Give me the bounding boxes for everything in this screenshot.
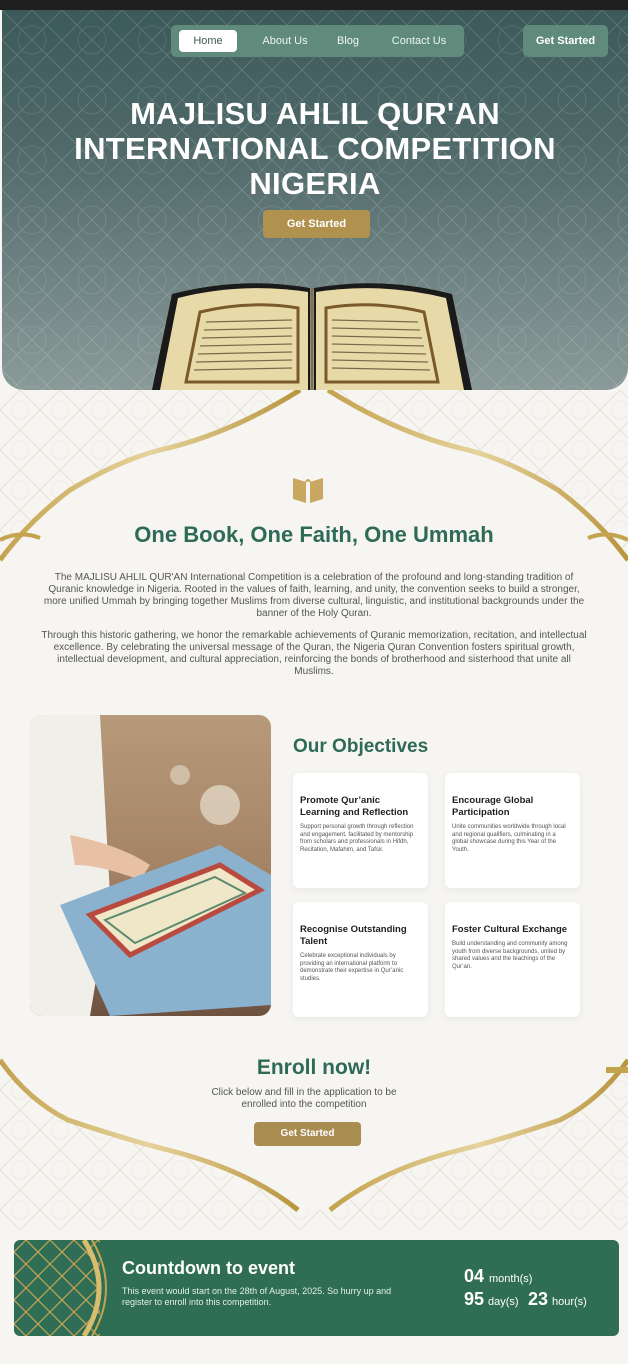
about-paragraph-2: Through this historic gathering, we hono… (41, 630, 587, 677)
hero-title-line3: NIGERIA (249, 166, 381, 201)
objective-card-text: Unite communities worldwide through loca… (452, 824, 566, 853)
about-title: One Book, One Faith, One Ummah (134, 522, 494, 547)
objective-card: Promote Qur’anic Learning and Reflection… (293, 773, 428, 888)
countdown-days-unit: day(s) (488, 1296, 519, 1308)
countdown-pattern (14, 1240, 107, 1336)
open-quran-image (152, 283, 472, 390)
hero-get-started-button[interactable]: Get Started (263, 210, 370, 238)
main-nav: Home About Us Blog Contact Us (171, 25, 464, 57)
hero-title-line1: MAJLISU AHLIL QUR'AN (130, 96, 500, 131)
nav-blog[interactable]: Blog (328, 30, 368, 52)
countdown-title: Countdown to event (122, 1258, 295, 1278)
countdown-hours-value: 23 (528, 1289, 549, 1309)
countdown-hours-unit: hour(s) (552, 1296, 587, 1308)
objective-card-title: Foster Cultural Exchange (452, 924, 568, 935)
objective-card-text: Celebrate exceptional individuals by pro… (300, 953, 404, 982)
quran-reading-photo (30, 715, 271, 1016)
enroll-text: Click below and fill in the application … (211, 1087, 397, 1110)
enroll-get-started-button[interactable]: Get Started (254, 1122, 361, 1146)
enroll-title: Enroll now! (256, 1056, 372, 1079)
objectives-title: Our Objectives (293, 736, 429, 757)
book-icon (293, 478, 323, 503)
nav-about-us[interactable]: About Us (255, 30, 315, 52)
objective-card: Recognise Outstanding Talent Celebrate e… (293, 902, 428, 1017)
objective-card-title: Encourage Global Participation (452, 795, 534, 818)
countdown-banner: Countdown to event This event would star… (14, 1240, 619, 1336)
objective-card-text: Support personal growth through reflecti… (300, 824, 414, 853)
hero-title-line2: INTERNATIONAL COMPETITION (74, 131, 556, 166)
browser-top-strip (0, 0, 628, 10)
objective-card: Encourage Global Participation Unite com… (445, 773, 580, 888)
countdown-days-value: 95 (464, 1289, 485, 1309)
hero-title: MAJLISU AHLIL QUR'AN INTERNATIONAL COMPE… (42, 96, 588, 201)
nav-contact-us[interactable]: Contact Us (383, 30, 455, 52)
objective-card-text: Build understanding and community among … (452, 941, 568, 970)
hero-section: Home About Us Blog Contact Us Get Starte… (2, 10, 628, 390)
countdown-months-unit: month(s) (489, 1273, 533, 1285)
countdown-text: This event would start on the 28th of Au… (122, 1286, 392, 1307)
objective-card-title: Recognise Outstanding Talent (300, 924, 407, 947)
nav-home[interactable]: Home (179, 30, 237, 52)
countdown-months-value: 04 (464, 1266, 485, 1286)
objective-card: Foster Cultural Exchange Build understan… (445, 902, 580, 1017)
nav-get-started-button[interactable]: Get Started (523, 25, 608, 57)
objective-card-title: Promote Qur’anic Learning and Reflection (300, 795, 409, 818)
about-paragraph-1: The MAJLISU AHLIL QUR'AN International C… (43, 572, 585, 619)
